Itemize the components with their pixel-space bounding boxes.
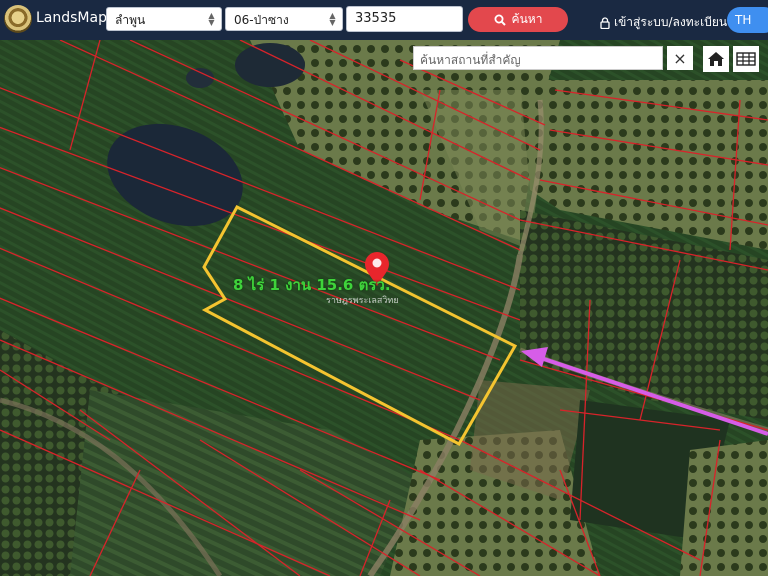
parcel-sublabel: ราษฎรพระเลสวิทย	[326, 296, 399, 306]
satellite-map	[0, 40, 768, 576]
grid-layer-button[interactable]	[733, 46, 759, 72]
place-search-input[interactable]: ค้นหาสถานที่สำคัญ	[413, 46, 663, 70]
map-view[interactable]	[0, 40, 768, 576]
search-icon	[494, 14, 506, 26]
select-chevron-icon: ▲ ▼	[208, 11, 215, 27]
province-select[interactable]: ลำพูน ▲ ▼	[106, 7, 222, 31]
pond	[186, 68, 214, 88]
orchard-area	[680, 440, 768, 576]
language-toggle[interactable]: TH	[727, 7, 768, 33]
district-value: 06-ป่าซาง	[234, 13, 289, 27]
province-value: ลำพูน	[115, 13, 146, 27]
login-link[interactable]: เข้าสู่ระบบ/ลงทะเบียน	[600, 13, 727, 32]
grid-icon	[736, 52, 756, 66]
search-button-label: ค้นหา	[511, 12, 543, 26]
search-button[interactable]: ค้นหา	[468, 7, 568, 32]
landsmaps-logo[interactable]	[4, 5, 32, 33]
clear-search-button[interactable]: ×	[667, 46, 693, 70]
district-select[interactable]: 06-ป่าซาง ▲ ▼	[225, 7, 343, 31]
close-icon: ×	[673, 48, 687, 68]
home-icon	[708, 52, 724, 66]
parcel-number-input[interactable]: 33535	[346, 6, 463, 32]
login-label: เข้าสู่ระบบ/ลงทะเบียน	[614, 15, 728, 29]
lock-icon	[600, 16, 610, 29]
top-bar: LandsMaps ลำพูน ▲ ▼ 06-ป่าซาง ▲ ▼ 33535 ค้…	[0, 0, 768, 40]
select-chevron-icon: ▲ ▼	[329, 11, 336, 27]
pond	[235, 43, 305, 87]
home-button[interactable]	[703, 46, 729, 72]
language-label: TH	[735, 13, 752, 27]
brand-title: LandsMaps	[36, 10, 115, 26]
